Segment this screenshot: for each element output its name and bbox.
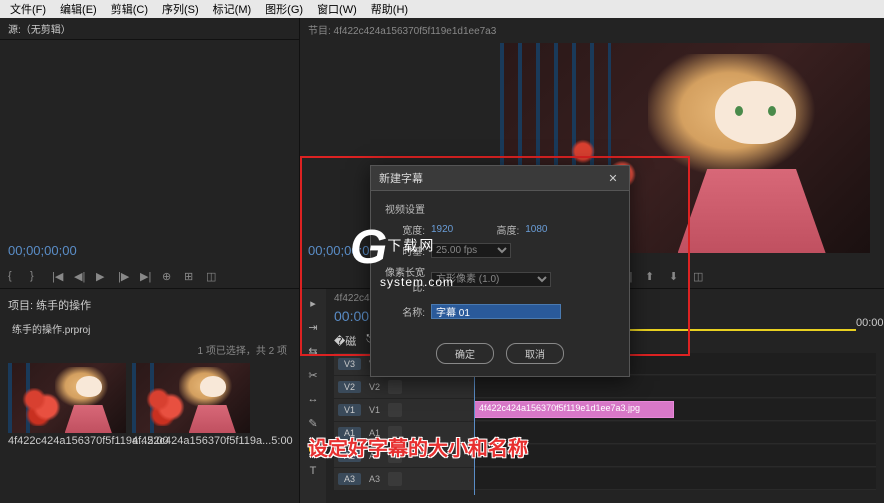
mute-icon[interactable] bbox=[388, 472, 402, 486]
track-target[interactable]: V1 bbox=[338, 404, 361, 416]
menu-window[interactable]: 窗口(W) bbox=[311, 1, 363, 17]
mark-out-icon[interactable]: } bbox=[30, 270, 44, 284]
tool-palette: ▸ ⇥ ⇆ ✂ ↔ ✎ ✋ T bbox=[300, 289, 326, 503]
video-track: V1V1 4f422c424a156370f5f119e1d1ee7a3.jpg bbox=[334, 399, 876, 421]
par-label: 像素长宽比: bbox=[385, 264, 425, 294]
menu-help[interactable]: 帮助(H) bbox=[365, 1, 414, 17]
source-timecode[interactable]: 00;00;00;00 bbox=[8, 243, 77, 258]
project-tab[interactable]: 项目: 练手的操作 bbox=[8, 297, 91, 313]
extract-icon[interactable]: ⬇ bbox=[669, 270, 683, 284]
bin-name: 4f422c424a156370f5f119a... bbox=[132, 435, 271, 447]
section-label: 视频设置 bbox=[385, 201, 615, 216]
program-timecode[interactable]: 00;00;00;00 bbox=[308, 243, 377, 258]
height-field[interactable]: 1080 bbox=[525, 224, 547, 235]
audio-track: A3A3 bbox=[334, 468, 876, 490]
type-tool-icon[interactable]: T bbox=[305, 463, 321, 479]
bin-duration: 5:00 bbox=[271, 435, 292, 447]
track-target[interactable]: V3 bbox=[338, 358, 361, 370]
new-title-dialog: 新建字幕 ✕ 视频设置 宽度: 1920 高度: 1080 时基: 25.00 … bbox=[370, 165, 630, 377]
menu-graphics[interactable]: 图形(G) bbox=[259, 1, 309, 17]
ripple-tool-icon[interactable]: ⇆ bbox=[305, 343, 321, 359]
pen-tool-icon[interactable]: ✎ bbox=[305, 415, 321, 431]
menu-sequence[interactable]: 序列(S) bbox=[156, 1, 205, 17]
track-target[interactable]: A3 bbox=[338, 473, 361, 485]
menu-marker[interactable]: 标记(M) bbox=[207, 1, 258, 17]
overwrite-icon[interactable]: ⊞ bbox=[184, 270, 198, 284]
project-file: 练手的操作.prproj bbox=[4, 317, 295, 340]
project-panel: 项目: 练手的操作 练手的操作.prproj 1 项已选择，共 2 项 4f42… bbox=[0, 289, 300, 503]
par-select[interactable]: 方形像素 (1.0) bbox=[431, 272, 551, 287]
track-lane[interactable] bbox=[474, 445, 876, 467]
menu-bar: 文件(F) 编辑(E) 剪辑(C) 序列(S) 标记(M) 图形(G) 窗口(W… bbox=[0, 0, 884, 18]
annotation-text: 设定好字幕的大小和名称 bbox=[308, 432, 528, 461]
dialog-title: 新建字幕 bbox=[379, 170, 423, 186]
height-label: 高度: bbox=[479, 222, 519, 237]
track-lane[interactable]: 4f422c424a156370f5f119e1d1ee7a3.jpg bbox=[474, 399, 876, 421]
project-status: 1 项已选择，共 2 项 bbox=[4, 340, 295, 359]
close-icon[interactable]: ✕ bbox=[605, 170, 621, 186]
track-lane[interactable] bbox=[474, 422, 876, 444]
selection-tool-icon[interactable]: ▸ bbox=[305, 295, 321, 311]
timebase-select[interactable]: 25.00 fps bbox=[431, 243, 511, 258]
snap-icon[interactable]: �磁 bbox=[334, 333, 356, 349]
name-label: 名称: bbox=[385, 304, 425, 319]
bin-name: 4f422c424a156370f5f119a... bbox=[8, 435, 147, 447]
slip-tool-icon[interactable]: ↔ bbox=[305, 391, 321, 407]
video-track: V2V2 bbox=[334, 376, 876, 398]
width-label: 宽度: bbox=[385, 222, 425, 237]
timeline-clip[interactable]: 4f422c424a156370f5f119e1d1ee7a3.jpg bbox=[474, 401, 674, 418]
track-select-tool-icon[interactable]: ⇥ bbox=[305, 319, 321, 335]
source-tab[interactable]: 源:（无剪辑） bbox=[8, 21, 71, 36]
menu-clip[interactable]: 剪辑(C) bbox=[105, 1, 154, 17]
step-back-icon[interactable]: ◀| bbox=[74, 270, 88, 284]
toggle-output-icon[interactable] bbox=[388, 403, 402, 417]
source-monitor: 源:（无剪辑） 00;00;00;00 { } |◀ ◀| ▶ |▶ ▶| ⊕ … bbox=[0, 18, 300, 288]
track-lane[interactable] bbox=[474, 376, 876, 398]
go-out-icon[interactable]: ▶| bbox=[140, 270, 154, 284]
export-frame-icon[interactable]: ◫ bbox=[206, 270, 220, 284]
step-fwd-icon[interactable]: |▶ bbox=[118, 270, 132, 284]
cancel-button[interactable]: 取消 bbox=[506, 343, 564, 364]
export-frame-icon[interactable]: ◫ bbox=[693, 270, 707, 284]
toggle-output-icon[interactable] bbox=[388, 380, 402, 394]
insert-icon[interactable]: ⊕ bbox=[162, 270, 176, 284]
name-input[interactable] bbox=[431, 304, 561, 319]
ok-button[interactable]: 确定 bbox=[436, 343, 494, 364]
go-in-icon[interactable]: |◀ bbox=[52, 270, 66, 284]
play-icon[interactable]: ▶ bbox=[96, 270, 110, 284]
menu-edit[interactable]: 编辑(E) bbox=[54, 1, 103, 17]
bin-item[interactable]: 4f422c424a156370f5f119a...5:00 bbox=[132, 363, 250, 449]
timebase-label: 时基: bbox=[385, 243, 425, 258]
width-field[interactable]: 1920 bbox=[431, 224, 453, 235]
lift-icon[interactable]: ⬆ bbox=[645, 270, 659, 284]
mark-in-icon[interactable]: { bbox=[8, 270, 22, 284]
time-mark: 00:00:05:00 bbox=[856, 317, 884, 329]
program-title: 节目: 4f422c424a156370f5f119e1d1ee7a3 bbox=[300, 18, 884, 40]
menu-file[interactable]: 文件(F) bbox=[4, 1, 52, 17]
source-transport: { } |◀ ◀| ▶ |▶ ▶| ⊕ ⊞ ◫ bbox=[8, 270, 291, 284]
track-lane[interactable] bbox=[474, 468, 876, 490]
track-target[interactable]: V2 bbox=[338, 381, 361, 393]
bin-item[interactable]: 4f422c424a156370f5f119a...5:00 bbox=[8, 363, 126, 449]
razor-tool-icon[interactable]: ✂ bbox=[305, 367, 321, 383]
